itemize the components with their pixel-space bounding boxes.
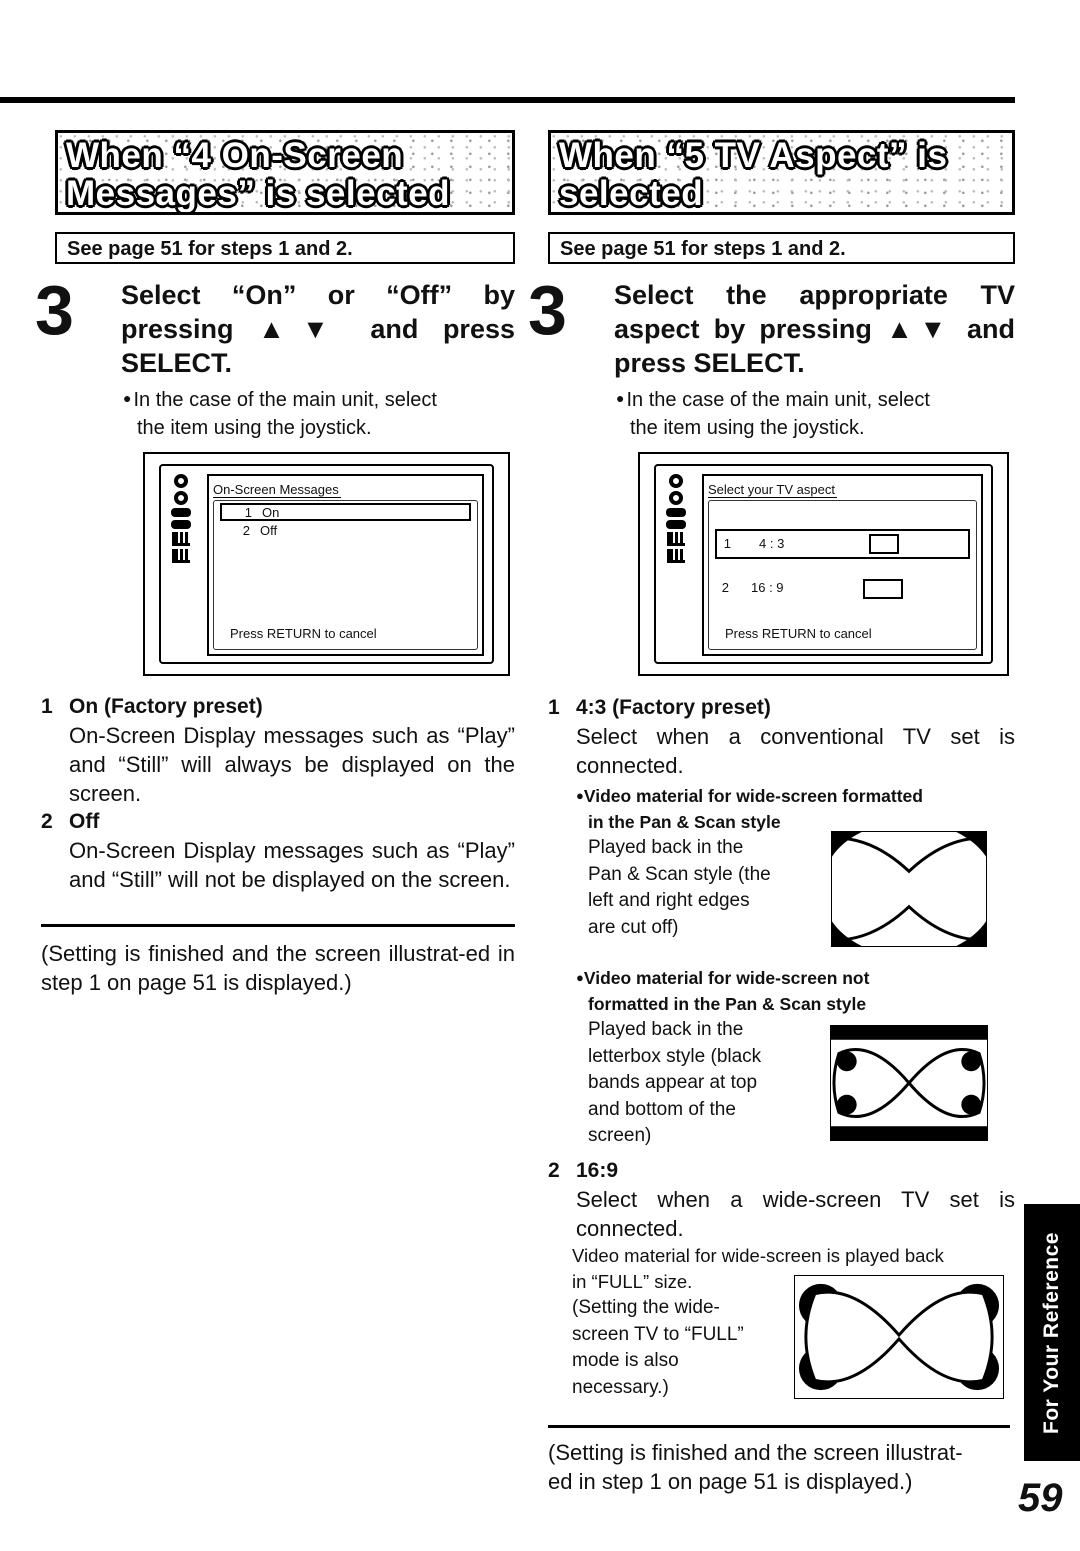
divider — [548, 1425, 1010, 1428]
step-title: Select the appropriate TV aspect by pres… — [614, 280, 1015, 378]
osd-option-16-9[interactable]: 2 16 : 9 — [715, 575, 970, 605]
osd-option-off[interactable]: 2 Off — [220, 523, 471, 541]
display-icon — [172, 549, 190, 563]
osd-frame: Select your TV aspect 14 : 3 2 16 : 9 Pre… — [654, 464, 993, 664]
osd-list: 14 : 3 2 16 : 9 Press RETURN to cancel — [708, 500, 977, 650]
butterfly-image-icon — [798, 1283, 1000, 1391]
tv-16-9-icon — [863, 579, 903, 599]
letterbox-block: Played back in the letterbox style (blac… — [548, 1017, 1015, 1153]
top-rule — [0, 97, 1015, 103]
osd-list: 1 On 2 Off Press RETURN to cancel — [213, 500, 478, 650]
tv-4-3-icon — [869, 534, 899, 554]
banner-line-2: selected — [559, 174, 704, 213]
osd-screen-tv-aspect: Select your TV aspect 14 : 3 2 16 : 9 Pre… — [638, 452, 1009, 676]
section-banner-on-screen-messages: When “4 On-Screen Messages” is selected — [55, 130, 515, 215]
osd-panel: On-Screen Messages 1 On 2 Off Press RETURN… — [207, 474, 484, 656]
osd-option-4-3[interactable]: 14 : 3 — [715, 529, 970, 559]
bullet-icon: ● — [616, 390, 625, 406]
section-side-tab: For Your Reference — [1024, 1204, 1080, 1461]
banner-line-2: Messages” is selected — [66, 174, 451, 213]
step-note: ● In the case of the main unit, select th… — [616, 389, 930, 439]
option-2-heading: 2 Off — [41, 810, 100, 833]
closing-note: (Setting is finished and the screen illu… — [41, 941, 515, 995]
osd-menu-icons — [664, 474, 688, 566]
bullet-icon: ● — [576, 970, 584, 985]
page-number: 59 — [1018, 1476, 1063, 1520]
disc-icon — [669, 491, 683, 505]
pan-scan-illustration — [831, 831, 987, 947]
option-2-heading: 2 16:9 — [548, 1159, 619, 1182]
divider — [41, 924, 515, 927]
step-number: 3 — [528, 271, 567, 349]
display-icon — [172, 532, 190, 546]
osd-menu-icons — [169, 474, 193, 566]
see-page-note: See page 51 for steps 1 and 2. — [55, 232, 515, 264]
step-number: 3 — [35, 271, 74, 349]
osd-footer: Press RETURN to cancel — [725, 626, 872, 641]
option-1-heading: 1 4:3 (Factory preset) — [548, 696, 771, 719]
disc-icon — [174, 491, 188, 505]
disc-icon — [174, 474, 188, 488]
bullet-icon: ● — [576, 788, 584, 803]
setup-icon — [171, 520, 191, 529]
option-1-body: On-Screen Display messages such as “Play… — [69, 723, 515, 806]
step-3: 3 Select “On” or “Off” by pressing ▲▼ an… — [35, 274, 515, 442]
display-icon — [667, 532, 685, 546]
letterbox-heading: ●Video material for wide-screen not form… — [576, 968, 870, 1014]
pan-scan-block: Played back in the Pan & Scan style (the… — [548, 831, 1015, 951]
full-block: (Setting the wide- screen TV to “FULL” m… — [548, 1275, 1015, 1405]
right-column: When “5 TV Aspect” is selected See page … — [528, 130, 1015, 1494]
banner-line-1: When “5 TV Aspect” is — [559, 136, 948, 175]
option-2-body: Select when a wide-screen TV set is conn… — [576, 1187, 1015, 1241]
osd-frame: On-Screen Messages 1 On 2 Off Press RETURN… — [159, 464, 494, 664]
option-1-body: Select when a conventional TV set is con… — [576, 724, 1015, 778]
option-2-body: On-Screen Display messages such as “Play… — [69, 838, 515, 892]
osd-title: Select your TV aspect — [708, 482, 837, 498]
see-page-note: See page 51 for steps 1 and 2. — [548, 232, 1015, 264]
letterbox-illustration — [830, 1025, 988, 1141]
pan-scan-heading: ●Video material for wide-screen formatte… — [576, 786, 923, 832]
side-tab-label: For Your Reference — [1040, 1231, 1063, 1434]
display-icon — [667, 549, 685, 563]
bullet-icon: ● — [123, 390, 132, 406]
closing-note: (Setting is finished and the screen illu… — [548, 1440, 963, 1494]
section-banner-tv-aspect: When “5 TV Aspect” is selected — [548, 130, 1015, 215]
setup-icon — [666, 520, 686, 529]
osd-screen-on-screen-messages: On-Screen Messages 1 On 2 Off Press RETURN… — [143, 452, 510, 676]
butterfly-image-icon — [832, 832, 986, 946]
osd-title: On-Screen Messages — [213, 482, 341, 498]
option-1-heading: 1 On (Factory preset) — [41, 695, 263, 718]
step-title: Select “On” or “Off” by pressing ▲▼ and … — [121, 280, 515, 378]
full-illustration — [794, 1275, 1004, 1399]
left-column: When “4 On-Screen Messages” is selected … — [35, 130, 515, 995]
osd-option-on[interactable]: 1 On — [220, 503, 471, 521]
options-list: 1 On (Factory preset) On-Screen Display m… — [41, 693, 515, 997]
options-list: 1 4:3 (Factory preset) Select when a conv… — [548, 694, 1015, 1496]
step-note: ● In the case of the main unit, select th… — [123, 389, 437, 439]
setup-icon — [666, 508, 686, 517]
osd-footer: Press RETURN to cancel — [230, 626, 377, 641]
butterfly-image-icon — [831, 1026, 987, 1140]
osd-panel: Select your TV aspect 14 : 3 2 16 : 9 Pre… — [702, 474, 983, 656]
banner-line-1: When “4 On-Screen — [66, 136, 404, 175]
step-3: 3 Select the appropriate TV aspect by pr… — [528, 274, 1015, 442]
setup-icon — [171, 508, 191, 517]
disc-icon — [669, 474, 683, 488]
